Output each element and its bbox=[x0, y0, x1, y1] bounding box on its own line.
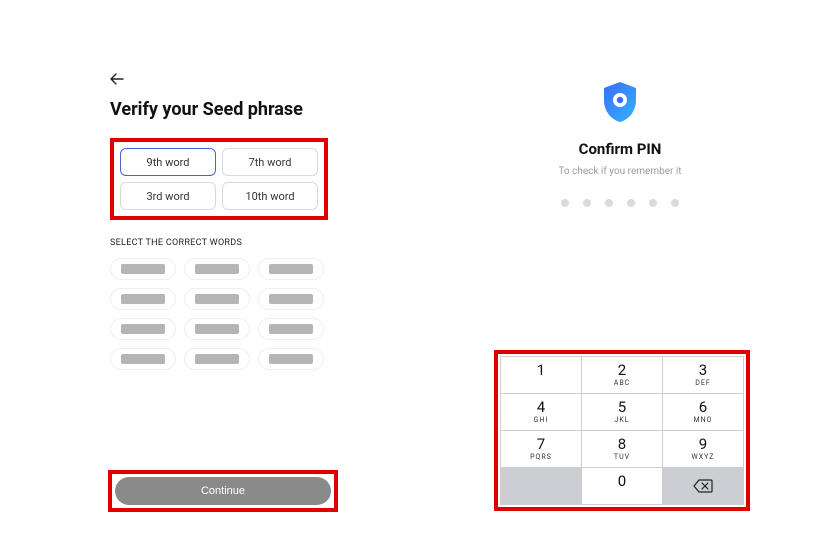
word-chip-placeholder bbox=[195, 264, 239, 274]
word-chip-placeholder bbox=[269, 294, 313, 304]
keypad-key-1[interactable]: 1 bbox=[501, 357, 581, 393]
keypad-key-letters bbox=[540, 379, 543, 387]
word-chip[interactable] bbox=[258, 288, 324, 310]
keypad-key-8[interactable]: 8TUV bbox=[582, 431, 662, 467]
word-chip[interactable] bbox=[258, 318, 324, 340]
word-chip[interactable] bbox=[184, 288, 250, 310]
word-slot-3[interactable]: 3rd word bbox=[120, 182, 216, 210]
keypad-key-5[interactable]: 5JKL bbox=[582, 394, 662, 430]
word-chip[interactable] bbox=[110, 288, 176, 310]
pin-dot bbox=[627, 199, 635, 207]
keypad-key-number: 8 bbox=[618, 437, 626, 452]
word-chip[interactable] bbox=[258, 348, 324, 370]
confirm-pin-subtitle: To check if you remember it bbox=[558, 166, 681, 177]
pin-dot bbox=[561, 199, 569, 207]
verify-seed-panel: Verify your Seed phrase 9th word 7th wor… bbox=[110, 70, 330, 380]
word-chip[interactable] bbox=[258, 258, 324, 280]
keypad-key-number: 0 bbox=[618, 474, 626, 489]
keypad-key-letters: MNO bbox=[694, 416, 713, 424]
keypad-backspace[interactable] bbox=[663, 468, 743, 504]
shield-icon bbox=[600, 80, 640, 124]
word-slots-highlight: 9th word 7th word 3rd word 10th word bbox=[110, 138, 328, 220]
keypad-key-6[interactable]: 6MNO bbox=[663, 394, 743, 430]
word-chip[interactable] bbox=[184, 348, 250, 370]
word-chip-placeholder bbox=[121, 294, 165, 304]
word-chip-placeholder bbox=[269, 324, 313, 334]
keypad-key-letters: ABC bbox=[614, 379, 630, 387]
word-chip[interactable] bbox=[110, 348, 176, 370]
word-slot-1[interactable]: 9th word bbox=[120, 148, 216, 176]
keypad-blank bbox=[501, 468, 581, 504]
keypad-key-number: 3 bbox=[699, 363, 707, 378]
word-chip[interactable] bbox=[110, 258, 176, 280]
word-slot-4[interactable]: 10th word bbox=[222, 182, 318, 210]
pin-dot bbox=[649, 199, 657, 207]
word-chip-placeholder bbox=[195, 354, 239, 364]
word-chip-placeholder bbox=[121, 324, 165, 334]
keypad-key-4[interactable]: 4GHI bbox=[501, 394, 581, 430]
verify-title: Verify your Seed phrase bbox=[110, 99, 330, 120]
keypad-highlight-wrap: 1 2ABC3DEF4GHI5JKL6MNO7PQRS8TUV9WXYZ0 bbox=[494, 350, 750, 511]
keypad-key-letters: WXYZ bbox=[692, 453, 715, 461]
keypad-key-9[interactable]: 9WXYZ bbox=[663, 431, 743, 467]
keypad-key-letters: GHI bbox=[534, 416, 549, 424]
pin-dots bbox=[561, 199, 679, 207]
keypad-key-number: 1 bbox=[537, 363, 545, 378]
word-chip[interactable] bbox=[110, 318, 176, 340]
word-chip-placeholder bbox=[121, 354, 165, 364]
word-slot-2[interactable]: 7th word bbox=[222, 148, 318, 176]
keypad-key-3[interactable]: 3DEF bbox=[663, 357, 743, 393]
keypad-key-number: 9 bbox=[699, 437, 707, 452]
backspace-icon bbox=[693, 479, 713, 493]
keypad-key-number: 7 bbox=[537, 437, 545, 452]
confirm-pin-panel: Confirm PIN To check if you remember it bbox=[495, 80, 745, 207]
pin-dot bbox=[671, 199, 679, 207]
word-chip-placeholder bbox=[195, 294, 239, 304]
keypad-key-number: 4 bbox=[537, 400, 545, 415]
keypad-key-letters: DEF bbox=[695, 379, 710, 387]
confirm-pin-title: Confirm PIN bbox=[579, 140, 662, 158]
word-chip-placeholder bbox=[121, 264, 165, 274]
continue-button[interactable]: Continue bbox=[115, 477, 331, 505]
keypad-key-number: 6 bbox=[699, 400, 707, 415]
keypad-key-number: 2 bbox=[618, 363, 626, 378]
numeric-keypad: 1 2ABC3DEF4GHI5JKL6MNO7PQRS8TUV9WXYZ0 bbox=[500, 356, 744, 505]
keypad-key-letters: PQRS bbox=[530, 453, 552, 461]
back-arrow-icon[interactable] bbox=[110, 70, 124, 89]
pin-dot bbox=[583, 199, 591, 207]
keypad-key-number: 5 bbox=[618, 400, 626, 415]
word-chip-placeholder bbox=[269, 354, 313, 364]
keypad-key-2[interactable]: 2ABC bbox=[582, 357, 662, 393]
continue-highlight-wrap: Continue bbox=[108, 470, 338, 512]
word-choice-grid bbox=[110, 258, 330, 370]
word-slots-grid: 9th word 7th word 3rd word 10th word bbox=[120, 148, 318, 210]
select-words-label: SELECT THE CORRECT WORDS bbox=[110, 238, 330, 248]
pin-dot bbox=[605, 199, 613, 207]
keypad-key-7[interactable]: 7PQRS bbox=[501, 431, 581, 467]
keypad-key-0[interactable]: 0 bbox=[582, 468, 662, 504]
keypad-key-letters: JKL bbox=[614, 416, 629, 424]
word-chip-placeholder bbox=[269, 264, 313, 274]
word-chip[interactable] bbox=[184, 258, 250, 280]
keypad-key-letters: TUV bbox=[614, 453, 630, 461]
word-chip[interactable] bbox=[184, 318, 250, 340]
word-chip-placeholder bbox=[195, 324, 239, 334]
